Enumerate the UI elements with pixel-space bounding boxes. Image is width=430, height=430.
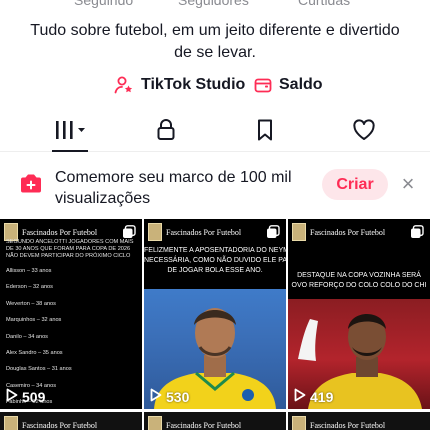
video-thumbnail[interactable]: Fascinados Por Futebol bbox=[144, 412, 286, 430]
studio-label: TikTok Studio bbox=[141, 76, 246, 93]
play-icon bbox=[294, 388, 306, 405]
thumb-account-header: Fascinados Por Futebol bbox=[148, 416, 241, 430]
list-item: Douglas Santos – 31 anos bbox=[6, 366, 72, 373]
create-button[interactable]: Criar bbox=[322, 169, 388, 200]
account-name: Fascinados Por Futebol bbox=[166, 227, 242, 237]
profile-stats: Seguindo Seguidores Curtidas bbox=[0, 0, 430, 8]
account-name: Fascinados Por Futebol bbox=[310, 227, 386, 237]
liked-heart-icon bbox=[352, 118, 376, 146]
profile-tabs bbox=[0, 112, 430, 152]
account-logo bbox=[148, 223, 162, 241]
list-item: Marquinhos – 32 anos bbox=[6, 317, 62, 324]
account-name: Fascinados Por Futebol bbox=[166, 420, 242, 430]
thumb-account-header: Fascinados Por Futebol bbox=[4, 416, 97, 430]
close-icon[interactable]: × bbox=[398, 172, 418, 196]
view-count-value: 530 bbox=[166, 388, 190, 405]
account-logo bbox=[148, 416, 162, 430]
players-list: SEGUNDO ANCELOTTI JOGADORES COM MAIS DE … bbox=[6, 239, 140, 409]
followers-label[interactable]: Seguidores bbox=[178, 0, 249, 8]
account-logo bbox=[292, 416, 306, 430]
play-icon bbox=[6, 388, 18, 405]
profile-actions: TikTok Studio Saldo bbox=[0, 72, 430, 98]
carousel-icon bbox=[266, 225, 280, 244]
account-logo bbox=[4, 416, 18, 430]
milestone-banner: Comemore seu marco de 100 mil visualizaç… bbox=[0, 163, 430, 213]
list-item: Ederson – 32 anos bbox=[6, 284, 53, 291]
saldo-button[interactable]: Saldo bbox=[254, 72, 323, 98]
list-item: Allisson – 33 anos bbox=[6, 268, 52, 274]
milestone-plus-icon bbox=[18, 173, 44, 202]
headline-line: FELIZMENTE A APOSENTADORIA DO NEYM bbox=[144, 247, 286, 254]
active-tab-indicator bbox=[52, 150, 88, 152]
carousel-icon bbox=[410, 225, 424, 244]
tab-private[interactable] bbox=[146, 112, 186, 152]
private-lock-icon bbox=[155, 118, 177, 147]
play-icon bbox=[150, 388, 162, 405]
tiktok-studio-button[interactable]: TikTok Studio bbox=[114, 72, 245, 98]
following-label[interactable]: Seguindo bbox=[74, 0, 133, 8]
tab-videos[interactable] bbox=[46, 112, 96, 152]
account-name: Fascinados Por Futebol bbox=[310, 420, 386, 430]
video-thumbnail[interactable]: Fascinados Por Futebol SEGUNDO ANCELOTTI… bbox=[0, 219, 142, 409]
wallet-icon bbox=[254, 76, 272, 94]
thumb-account-header: Fascinados Por Futebol bbox=[148, 223, 241, 241]
thumb-account-header: Fascinados Por Futebol bbox=[292, 416, 385, 430]
likes-label[interactable]: Curtidas bbox=[298, 0, 350, 8]
view-count-value: 419 bbox=[310, 388, 334, 405]
video-headline: DESTAQUE NA COPA VOZINHA SERÁ OVO REFORÇ… bbox=[288, 271, 430, 291]
view-count: 530 bbox=[150, 388, 189, 405]
tab-liked[interactable] bbox=[344, 112, 384, 152]
studio-person-icon bbox=[114, 75, 134, 95]
view-count-value: 509 bbox=[22, 388, 46, 405]
headline-line: DE JOGAR BOLA ESSE ANO. bbox=[167, 267, 263, 274]
list-item: Alex Sandro – 35 anos bbox=[6, 349, 63, 356]
videos-grid-icon bbox=[54, 119, 88, 146]
headline-line: NECESSÁRIA, COMO NÃO DUVIDO ELE PA bbox=[144, 257, 286, 264]
video-headline: FELIZMENTE A APOSENTADORIA DO NEYM NECES… bbox=[144, 246, 286, 276]
thumb-account-header: Fascinados Por Futebol bbox=[292, 223, 385, 241]
account-logo bbox=[292, 223, 306, 241]
video-grid: Fascinados Por Futebol SEGUNDO ANCELOTTI… bbox=[0, 219, 430, 430]
list-heading: SEGUNDO ANCELOTTI JOGADORES COM MAIS DE … bbox=[6, 239, 134, 259]
headline-line: DESTAQUE NA COPA VOZINHA SERÁ bbox=[297, 272, 421, 279]
list-item: Weverton – 38 anos bbox=[6, 300, 56, 307]
video-thumbnail[interactable]: Fascinados Por Futebol bbox=[288, 412, 430, 430]
saldo-label: Saldo bbox=[279, 76, 323, 93]
headline-line: OVO REFORÇO DO COLO COLO DO CHI bbox=[291, 282, 427, 289]
video-thumbnail[interactable]: Fascinados Por Futebol FELIZMENTE A APOS… bbox=[144, 219, 286, 409]
account-name: Fascinados Por Futebol bbox=[22, 420, 98, 430]
account-name: Fascinados Por Futebol bbox=[22, 227, 98, 237]
profile-bio: Tudo sobre futebol, em um jeito diferent… bbox=[30, 22, 400, 61]
video-thumbnail[interactable]: Fascinados Por Futebol DESTAQUE NA COPA … bbox=[288, 219, 430, 409]
milestone-text: Comemore seu marco de 100 mil visualizaç… bbox=[55, 169, 292, 207]
tab-saved[interactable] bbox=[245, 112, 285, 152]
view-count: 419 bbox=[294, 388, 333, 405]
video-thumbnail[interactable]: Fascinados Por Futebol bbox=[0, 412, 142, 430]
view-count: 509 bbox=[6, 388, 45, 405]
saved-bookmark-icon bbox=[255, 118, 275, 147]
list-item: Danilo – 34 anos bbox=[6, 333, 48, 340]
